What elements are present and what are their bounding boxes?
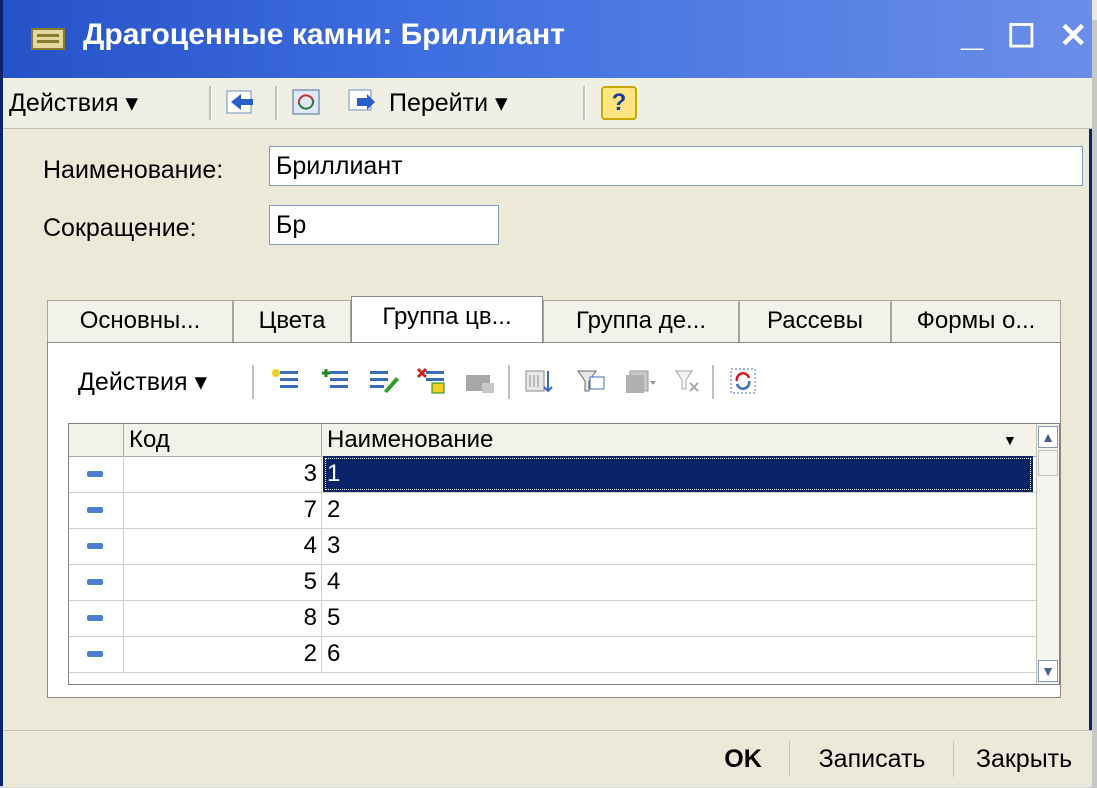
maximize-button[interactable]: ☐ [1007, 14, 1036, 58]
cell-divider [321, 564, 322, 600]
cell-name[interactable]: 1 [323, 456, 1033, 492]
row-marker-icon [87, 543, 103, 549]
cell-name[interactable]: 5 [323, 600, 1033, 636]
cell-code[interactable]: 8 [123, 600, 317, 636]
window-title: Драгоценные камни: Бриллиант [83, 18, 565, 51]
row-marker-icon [87, 615, 103, 621]
dialog-window: Драгоценные камни: Бриллиант _ ☐ ✕ Дейст… [0, 0, 1092, 787]
toolbar-separator [508, 365, 511, 399]
tab-colors[interactable]: Цвета [233, 300, 351, 342]
table-row[interactable]: 8 5 [69, 600, 1039, 637]
name-label: Наименование: [43, 156, 224, 184]
cell-code[interactable]: 2 [123, 636, 317, 672]
save-button[interactable]: Записать [797, 739, 947, 779]
table-actions-menu[interactable]: Действия ▾ [78, 365, 207, 399]
cell-divider [321, 636, 322, 672]
cell-divider [321, 492, 322, 528]
toolbar-separator [712, 365, 715, 399]
cell-code[interactable]: 7 [123, 492, 317, 528]
title-bar[interactable]: Драгоценные камни: Бриллиант _ ☐ ✕ [3, 0, 1092, 78]
clear-filter-icon [672, 367, 704, 395]
minimize-button[interactable]: _ [961, 10, 983, 54]
column-dropdown-icon[interactable]: ▼ [1003, 424, 1017, 456]
header-divider [123, 424, 124, 456]
cell-code[interactable]: 5 [123, 564, 317, 600]
row-marker-icon [87, 579, 103, 585]
cell-code[interactable]: 4 [123, 528, 317, 564]
header-divider [321, 424, 322, 456]
navigate-icon[interactable] [347, 88, 379, 116]
ok-button[interactable]: OK [703, 739, 783, 779]
cell-divider [321, 456, 322, 492]
sort-icon[interactable] [524, 367, 556, 395]
scroll-thumb[interactable] [1038, 450, 1058, 476]
filter-list-icon [624, 367, 656, 395]
edit-row-icon[interactable] [368, 367, 400, 395]
delete-row-icon[interactable] [416, 367, 448, 395]
data-table: Код Наименование ▼ 3 1 7 2 4 3 5 4 8 5 2… [68, 423, 1060, 685]
table-toolbar: Действия ▾ [48, 343, 1060, 415]
add-row-icon[interactable] [270, 367, 302, 395]
abbr-field[interactable]: Бр [269, 205, 499, 245]
actions-menu[interactable]: Действия ▾ [9, 86, 138, 120]
button-bar: OK Записать Закрыть [3, 730, 1092, 787]
tab-main[interactable]: Основны... [47, 300, 233, 342]
tab-color-group[interactable]: Группа цв... [351, 296, 543, 344]
row-marker-icon [87, 471, 103, 477]
toolbar-separator [583, 86, 586, 120]
close-form-button[interactable]: Закрыть [959, 739, 1089, 779]
tab-sieves[interactable]: Рассевы [739, 300, 891, 342]
cell-name[interactable]: 3 [323, 528, 1033, 564]
scroll-down-icon[interactable]: ▼ [1038, 660, 1058, 682]
column-header-code[interactable]: Код [129, 424, 170, 456]
save-row-icon [464, 367, 496, 395]
table-header: Код Наименование ▼ [69, 424, 1039, 457]
main-toolbar: Действия ▾ Перейти ▾ ? [3, 78, 1092, 129]
refresh-window-icon[interactable] [291, 88, 323, 116]
column-header-name[interactable]: Наименование [327, 424, 493, 456]
cell-code[interactable]: 3 [123, 456, 317, 492]
refresh-icon[interactable] [728, 367, 760, 395]
cell-divider [321, 528, 322, 564]
name-field[interactable]: Бриллиант [269, 146, 1083, 186]
scroll-up-icon[interactable]: ▲ [1038, 426, 1058, 448]
add-child-row-icon[interactable] [320, 367, 352, 395]
cell-name[interactable]: 2 [323, 492, 1033, 528]
help-icon[interactable]: ? [601, 86, 637, 120]
tab-shapes[interactable]: Формы о... [891, 300, 1061, 342]
back-arrow-icon[interactable] [225, 88, 257, 116]
row-marker-icon [87, 651, 103, 657]
catalog-icon [31, 28, 65, 50]
cell-divider [321, 600, 322, 636]
tab-panel: Действия ▾ Код Наименование ▼ 3 1 7 2 4 … [47, 342, 1061, 698]
cell-name[interactable]: 4 [323, 564, 1033, 600]
row-marker-icon [87, 507, 103, 513]
button-separator [953, 741, 954, 777]
table-row[interactable]: 2 6 [69, 636, 1039, 673]
toolbar-separator [209, 86, 212, 120]
close-button[interactable]: ✕ [1059, 14, 1088, 58]
goto-menu[interactable]: Перейти ▾ [389, 86, 508, 120]
abbr-label: Сокращение: [43, 214, 197, 242]
cell-name[interactable]: 6 [323, 636, 1033, 672]
table-row[interactable]: 5 4 [69, 564, 1039, 601]
button-separator [789, 741, 790, 777]
table-row[interactable]: 3 1 [69, 456, 1039, 493]
toolbar-separator [275, 86, 278, 120]
tab-defect-group[interactable]: Группа де... [543, 300, 739, 342]
vertical-scrollbar[interactable]: ▲ ▼ [1036, 424, 1059, 684]
toolbar-separator [252, 365, 255, 399]
table-row[interactable]: 7 2 [69, 492, 1039, 529]
table-row[interactable]: 4 3 [69, 528, 1039, 565]
filter-window-icon[interactable] [576, 367, 608, 395]
